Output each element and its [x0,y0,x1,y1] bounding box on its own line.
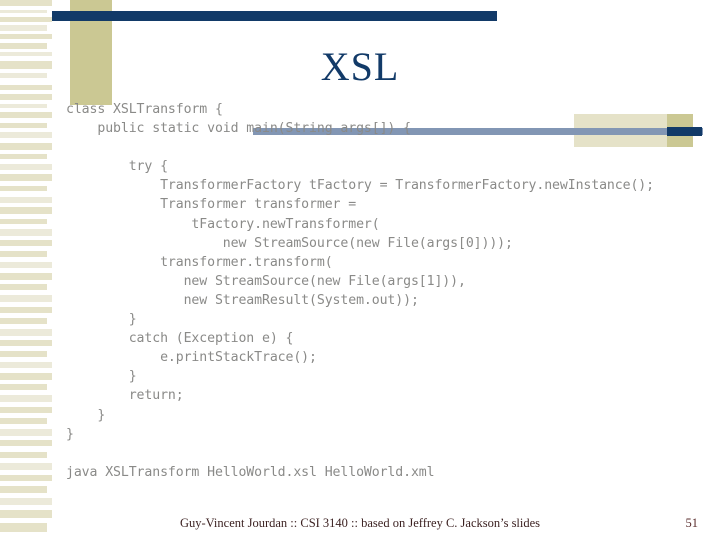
stripe-72 [0,373,52,380]
code-line: return; [66,388,184,404]
stripe-36 [0,174,52,181]
code-line: } [66,407,106,423]
navy-top-bar-decoration [52,11,497,21]
code-line: TransformerFactory tFactory = Transforme… [66,178,654,194]
code-line: transformer.transform( [66,254,333,270]
code-line: java XSLTransform HelloWorld.xsl HelloWo… [66,464,435,480]
code-line: class XSLTransform { [66,102,223,117]
stripe-54 [0,273,52,280]
code-line: e.printStackTrace(); [66,350,317,366]
code-line: } [66,312,137,328]
code-line: } [66,369,137,385]
code-listing: class XSLTransform { public static void … [66,100,706,482]
stripe-99 [0,532,52,540]
code-line: new StreamResult(System.out)); [66,292,419,308]
code-line: tFactory.newTransformer( [66,216,380,232]
code-line: } [66,426,74,442]
slide-canvas: XSL class XSLTransform { public static v… [0,0,720,540]
stripe-76 [0,395,52,402]
stripe-46 [0,229,52,236]
stripe-58 [0,295,52,302]
page-number: 51 [685,516,699,530]
footer-attribution: Guy-Vincent Jourdan :: CSI 3140 :: based… [179,516,541,530]
code-line: Transformer transformer = [66,197,357,213]
stripe-82 [0,429,52,436]
slide-title: XSL [320,44,400,89]
stripe-94 [0,498,52,505]
code-line: catch (Exception e) { [66,331,294,347]
code-line: public static void main(String args[]) { [66,121,411,137]
stripe-30 [0,143,52,150]
stripe-42 [0,207,52,214]
stripe-88 [0,463,52,470]
stripe-64 [0,329,52,336]
code-line: new StreamSource(new File(args[1])), [66,273,466,289]
stripe-92 [0,486,47,493]
code-line: new StreamSource(new File(args[0]))); [66,235,513,251]
code-line: try { [66,159,168,175]
